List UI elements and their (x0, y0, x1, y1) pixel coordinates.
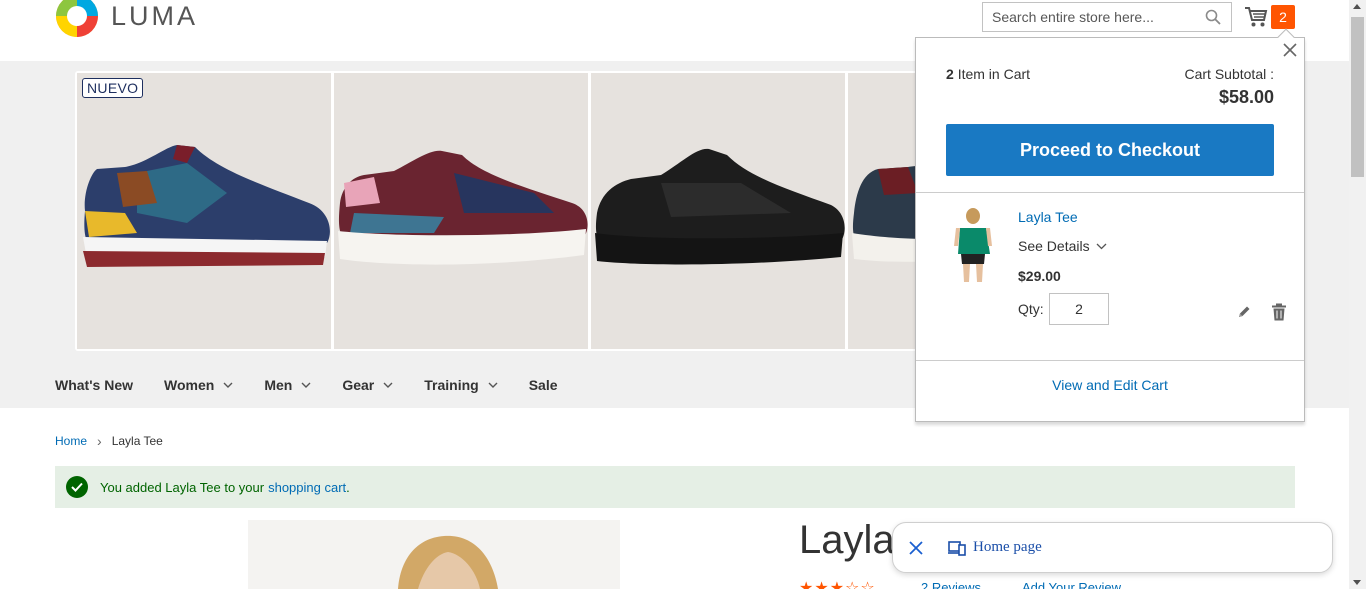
homepage-pill: Home page (892, 522, 1333, 573)
nav-item-men[interactable]: Men (264, 377, 311, 393)
nav-item-label: Gear (342, 377, 375, 393)
banner-slider[interactable] (75, 71, 945, 351)
divider (916, 360, 1304, 361)
product-image[interactable] (248, 520, 620, 589)
minicart-toggle[interactable]: 2 (1244, 4, 1295, 30)
luma-logo-icon (56, 0, 98, 37)
vertical-scrollbar[interactable] (1349, 0, 1366, 589)
cart-item-thumbnail[interactable] (946, 206, 1000, 284)
cart-icon (1245, 7, 1268, 27)
reviews-link[interactable]: 2 Reviews (921, 580, 981, 589)
search-icon[interactable] (1205, 9, 1221, 25)
banner-slide-1[interactable] (77, 73, 331, 349)
breadcrumb-current: Layla Tee (111, 434, 163, 448)
nav-item-women[interactable]: Women (164, 377, 233, 393)
chevron-right-icon: › (97, 433, 102, 449)
breadcrumb: Home › Layla Tee (55, 433, 163, 449)
see-details-toggle[interactable]: See Details (1018, 238, 1107, 254)
view-and-edit-cart-link[interactable]: View and Edit Cart (916, 377, 1304, 393)
check-icon (66, 476, 88, 498)
search-box (982, 2, 1232, 32)
qty-input[interactable]: 2 (1049, 293, 1109, 325)
cart-item-name-link[interactable]: Layla Tee (1018, 209, 1078, 225)
cart-item-count-label: Item in Cart (957, 66, 1031, 82)
banner-slide-3[interactable] (591, 73, 845, 349)
nav-item-label: Men (264, 377, 293, 393)
home-page-link[interactable]: Home page (973, 539, 1042, 556)
minicart-dropdown: 2 Item in Cart Cart Subtotal : $58.00 Pr… (915, 28, 1305, 422)
success-message-suffix: . (346, 479, 350, 495)
pencil-icon[interactable] (1236, 304, 1252, 320)
model-photo (248, 520, 620, 589)
devices-icon (948, 541, 966, 556)
close-icon[interactable] (909, 541, 923, 555)
scrollbar-thumb[interactable] (1351, 17, 1364, 177)
shopping-cart-link[interactable]: shopping cart (268, 480, 346, 495)
add-review-link[interactable]: Add Your Review (1022, 580, 1121, 589)
logo-text: LUMA (111, 0, 199, 31)
cart-item-count-number: 2 (946, 66, 954, 82)
cart-item-count: 2 Item in Cart (946, 66, 1030, 82)
cart-subtotal-label: Cart Subtotal : (1184, 66, 1275, 82)
product-title: Layla (799, 518, 895, 562)
qty-label: Qty: (1018, 301, 1044, 317)
cart-subtotal: $58.00 (1218, 87, 1274, 107)
rating-stars: ★★★☆☆ (799, 580, 876, 589)
cart-count-badge: 2 (1271, 5, 1295, 29)
nav-item-label: Women (164, 377, 215, 393)
search-input[interactable] (983, 3, 1193, 31)
chevron-down-icon (488, 382, 498, 388)
new-badge: NUEVO (82, 78, 144, 98)
breadcrumb-home-link[interactable]: Home (55, 434, 87, 448)
nav-item-label: Training (424, 377, 479, 393)
banner-slide-2[interactable] (334, 73, 588, 349)
nav-item-label: What's New (55, 377, 134, 393)
nav-item-sale[interactable]: Sale (529, 377, 558, 393)
success-message-text: You added Layla Tee to your (100, 479, 265, 495)
cart-item-price: $29.00 (1018, 268, 1061, 284)
sneaker-image (595, 148, 845, 265)
divider (916, 192, 1304, 193)
nav-item-label: Sale (528, 377, 558, 393)
success-message: You added Layla Tee to your shopping car… (55, 466, 1295, 508)
luma-logo[interactable]: LUMA (55, 0, 198, 38)
chevron-down-icon (223, 382, 233, 388)
scroll-down-arrow-icon[interactable] (1353, 580, 1361, 585)
see-details-label: See Details (1018, 238, 1090, 254)
chevron-down-icon (383, 382, 393, 388)
nav-item-gear[interactable]: Gear (342, 377, 393, 393)
nav-item-what-s-new[interactable]: What's New (55, 377, 133, 393)
sneaker-image (83, 145, 330, 267)
chevron-down-icon (301, 382, 311, 388)
trash-icon[interactable] (1271, 303, 1287, 321)
scroll-up-arrow-icon[interactable] (1353, 4, 1361, 9)
chevron-down-icon (1096, 243, 1107, 249)
main-navigation: What's New Women Men Gear Training Sale (55, 372, 589, 398)
nav-item-training[interactable]: Training (424, 377, 498, 393)
proceed-to-checkout-button[interactable]: Proceed to Checkout (946, 124, 1274, 176)
close-icon[interactable] (1282, 42, 1298, 58)
sneaker-image (338, 150, 588, 265)
